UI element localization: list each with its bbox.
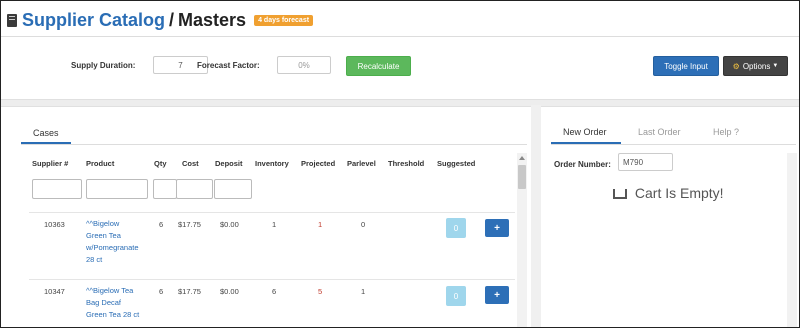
cell-supplier: 10363: [44, 220, 65, 229]
product-line: 28 ct: [86, 255, 103, 264]
product-line: ^^Bigelow Tea: [86, 286, 134, 295]
forecast-factor-label: Forecast Factor:: [197, 61, 260, 70]
cart-empty-message: Cart Is Empty!: [613, 185, 724, 201]
product-line: Green Tea: [86, 231, 121, 240]
filter-deposit-input[interactable]: [214, 179, 252, 199]
page-title: Masters: [178, 9, 247, 30]
cell-parlevel: 0: [361, 220, 366, 229]
right-tabs-divider: [551, 144, 796, 145]
cart-empty-text: Cart Is Empty!: [634, 185, 724, 201]
cell-deposit: $0.00: [220, 220, 239, 229]
filter-cost-input[interactable]: [176, 179, 213, 199]
cell-inventory: 6: [272, 287, 277, 296]
cell-product-link[interactable]: ^^Bigelow Green Tea w/Pomegranate 28 ct: [86, 218, 139, 266]
filter-supplier-input[interactable]: [32, 179, 82, 199]
row-divider: [29, 279, 515, 280]
table-scrollbar[interactable]: [517, 153, 527, 327]
table-header-divider: [29, 212, 515, 213]
suggested-badge[interactable]: 0: [446, 218, 466, 238]
toggle-input-button[interactable]: Toggle Input: [653, 56, 719, 76]
cart-icon: [613, 189, 627, 199]
breadcrumb-supplier-catalog[interactable]: Supplier Catalog: [22, 10, 165, 31]
column-header-threshold[interactable]: Threshold: [388, 159, 424, 168]
cell-qty: 6: [159, 220, 164, 229]
cell-product-link[interactable]: ^^Bigelow Tea Bag Decaf Green Tea 28 ct: [86, 285, 139, 321]
scroll-up-icon[interactable]: [519, 156, 525, 160]
cell-deposit: $0.00: [220, 287, 239, 296]
order-number-label: Order Number:: [554, 160, 611, 169]
gears-icon: ⚙: [732, 61, 740, 71]
tab-new-order[interactable]: New Order: [563, 127, 607, 137]
options-button[interactable]: ⚙ Options ▼: [723, 56, 788, 76]
cell-parlevel: 1: [361, 287, 366, 296]
filter-product-input[interactable]: [86, 179, 148, 199]
tab-help[interactable]: Help ?: [713, 127, 739, 137]
filter-qty-input[interactable]: [153, 179, 177, 199]
column-header-parlevel[interactable]: Parlevel: [347, 159, 376, 168]
panel-gutter: [531, 105, 541, 327]
column-header-product[interactable]: Product: [86, 159, 114, 168]
scrollbar-thumb[interactable]: [518, 165, 526, 189]
caret-down-icon: ▼: [772, 63, 779, 69]
column-header-deposit[interactable]: Deposit: [215, 159, 243, 168]
app-window: Supplier Catalog / Masters 4 days foreca…: [0, 0, 800, 328]
product-line: Green Tea 28 ct: [86, 310, 140, 319]
cell-supplier: 10347: [44, 287, 65, 296]
recalculate-button[interactable]: Recalculate: [346, 56, 411, 76]
cell-cost: $17.75: [178, 220, 201, 229]
toolbar: Supply Duration: 7 Forecast Factor: 0% R…: [1, 37, 799, 97]
forecast-badge: 4 days forecast: [254, 14, 314, 26]
cell-qty: 6: [159, 287, 164, 296]
product-line: Bag Decaf: [86, 298, 122, 307]
cell-projected: 5: [318, 287, 323, 296]
column-header-projected[interactable]: Projected: [301, 159, 335, 168]
column-header-inventory[interactable]: Inventory: [255, 159, 289, 168]
breadcrumb-separator: /: [169, 9, 175, 30]
forecast-factor-input[interactable]: 0%: [277, 56, 331, 74]
page-header: Supplier Catalog / Masters 4 days foreca…: [7, 8, 314, 32]
add-to-order-button[interactable]: +: [485, 286, 509, 304]
column-header-suggested[interactable]: Suggested: [437, 159, 475, 168]
product-line: ^^Bigelow: [86, 219, 120, 228]
cell-projected: 1: [318, 220, 323, 229]
supply-duration-label: Supply Duration:: [71, 61, 136, 70]
column-header-supplier[interactable]: Supplier #: [32, 159, 68, 168]
suggested-badge[interactable]: 0: [446, 286, 466, 306]
add-to-order-button[interactable]: +: [485, 219, 509, 237]
column-header-cost[interactable]: Cost: [182, 159, 199, 168]
options-label: Options: [742, 61, 771, 71]
column-header-qty[interactable]: Qty: [154, 159, 167, 168]
product-line: w/Pomegranate: [86, 243, 139, 252]
cell-inventory: 1: [272, 220, 277, 229]
left-tabs-divider: [21, 144, 527, 145]
tab-cases[interactable]: Cases: [33, 128, 59, 138]
tab-last-order[interactable]: Last Order: [638, 127, 681, 137]
cell-cost: $17.75: [178, 287, 201, 296]
book-icon: [7, 13, 17, 27]
order-number-input[interactable]: M790: [618, 153, 673, 171]
section-separator: [1, 99, 799, 107]
right-panel-scrollbar[interactable]: [787, 153, 797, 327]
